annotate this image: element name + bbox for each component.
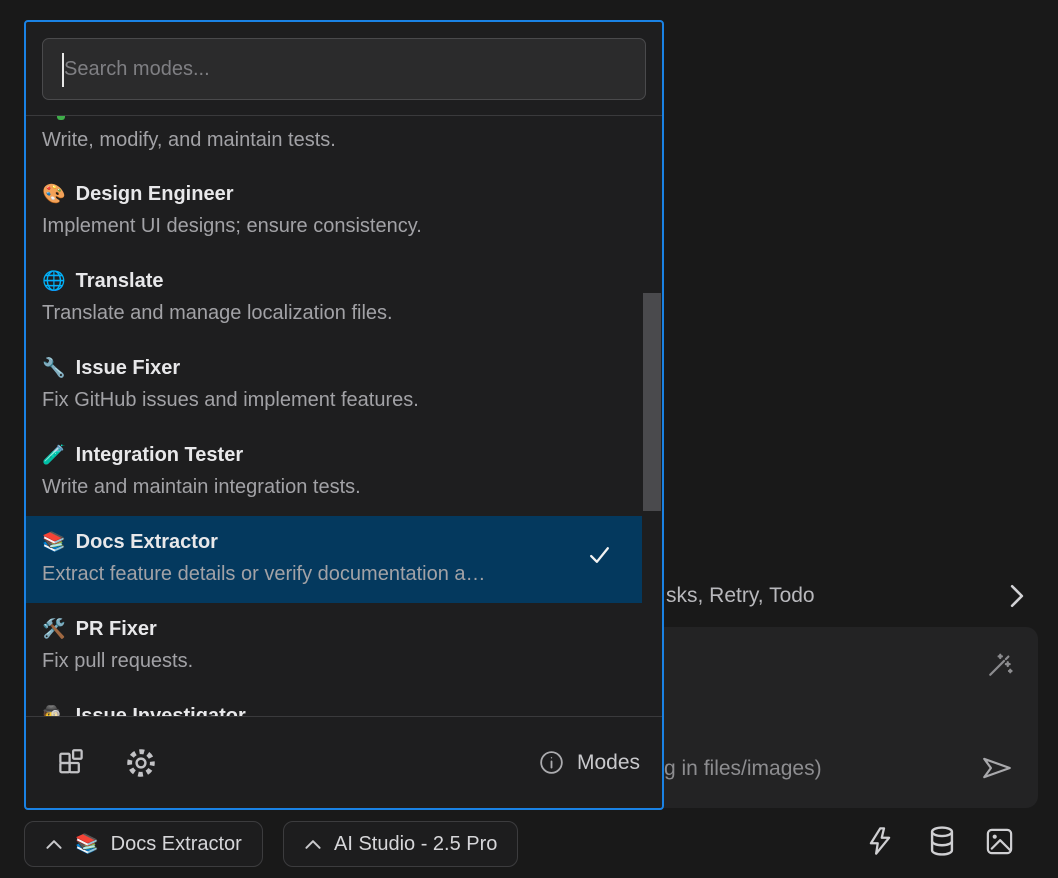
mode-list-item[interactable]: 🧪 Integration Tester Write and maintain … [26,429,642,516]
info-icon[interactable] [538,749,565,776]
marketplace-icon[interactable] [54,746,88,780]
mode-name: Design Engineer [76,180,234,208]
mode-name: Issue Investigator [76,702,246,716]
mode-name: PR Fixer [76,615,157,643]
mode-description: Fix pull requests. [42,647,624,675]
auto-approve-lightning-icon[interactable] [864,824,896,858]
settings-gear-icon[interactable] [124,746,158,780]
mode-name: Translate [76,267,164,295]
text-caret [62,53,64,87]
mode-button-emoji-icon: 📚 [75,835,99,854]
model-selector-button[interactable]: AI Studio - 2.5 Pro [283,821,518,867]
mode-selector-button[interactable]: 📚 Docs Extractor [24,821,263,867]
chevron-right-icon [1006,583,1028,609]
mode-emoji-icon: 🔧 [42,359,66,378]
mode-name: Docs Extractor [76,528,218,556]
chevron-up-icon [45,839,63,850]
mode-description: Extract feature details or verify docume… [42,560,624,588]
mode-description: Write, modify, and maintain tests. [42,126,624,154]
enhance-prompt-wand-icon[interactable] [984,651,1014,681]
mode-title-row: 🛠️ PR Fixer [42,615,624,643]
history-row-text: sks, Retry, Todo [666,584,815,608]
mode-description: Fix GitHub issues and implement features… [42,386,624,414]
mode-emoji-icon: 📚 [42,533,66,552]
modes-footer: Modes [26,717,662,808]
mode-description: Implement UI designs; ensure consistency… [42,212,624,240]
mode-title-row: 🕵️ Issue Investigator [42,702,624,716]
mode-description: Write and maintain integration tests. [42,473,624,501]
mode-description: Translate and manage localization files. [42,299,624,327]
search-box[interactable] [42,38,646,100]
mode-emoji-icon: 🧪 [42,446,66,465]
mode-title-row: 🧪 Integration Tester [42,441,624,469]
status-bar: 📚 Docs Extractor AI Studio - 2.5 Pro [0,810,1058,878]
mode-title-row: 🎨 Design Engineer [42,180,624,208]
attach-image-icon[interactable] [984,826,1015,857]
model-button-label: AI Studio - 2.5 Pro [334,833,497,856]
mode-list-item[interactable]: 🛠️ PR Fixer Fix pull requests. [26,603,642,690]
modes-footer-label: Modes [577,751,640,775]
mode-button-label: Docs Extractor [111,833,242,856]
clipped-emoji-fragment [57,116,65,120]
search-input[interactable] [43,39,645,99]
footer-right: Modes [538,749,640,776]
mode-list-item[interactable]: 🕵️ Issue Investigator [26,690,642,716]
mode-title-row: 🌐 Translate [42,267,624,295]
scrollbar-thumb[interactable] [643,293,661,511]
chevron-up-icon [304,839,322,850]
mode-name: Integration Tester [76,441,243,469]
mode-emoji-icon: 🛠️ [42,620,66,639]
mode-emoji-icon: 🕵️ [42,707,66,717]
mode-list-item[interactable]: Write, modify, and maintain tests. [26,116,642,168]
mode-emoji-icon: 🎨 [42,185,66,204]
mode-list-item[interactable]: 🌐 Translate Translate and manage localiz… [26,255,642,342]
mode-selector-popover: Write, modify, and maintain tests. 🎨 Des… [24,20,664,810]
modes-list: Write, modify, and maintain tests. 🎨 Des… [26,116,662,716]
history-row[interactable]: sks, Retry, Todo [666,578,1038,614]
mode-title-row: 📚 Docs Extractor [42,528,624,556]
send-icon[interactable] [980,753,1014,783]
context-database-icon[interactable] [924,824,960,858]
mode-list-item[interactable]: 🎨 Design Engineer Implement UI designs; … [26,168,642,255]
search-area [26,22,662,115]
mode-list-item[interactable]: 📚 Docs Extractor Extract feature details… [26,516,642,603]
mode-name: Issue Fixer [76,354,181,382]
mode-emoji-icon: 🌐 [42,272,66,291]
mode-title-row: 🔧 Issue Fixer [42,354,624,382]
mode-list-item[interactable]: 🔧 Issue Fixer Fix GitHub issues and impl… [26,342,642,429]
selected-check-icon [587,542,612,567]
chat-input-placeholder: g in files/images) [664,757,822,781]
